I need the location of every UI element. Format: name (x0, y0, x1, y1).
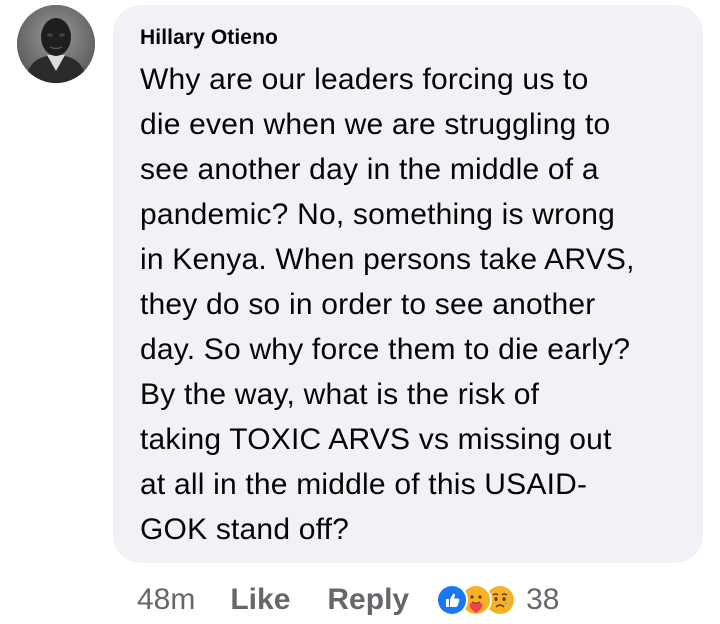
comment-author[interactable]: Hillary Otieno (140, 25, 681, 51)
comment-timestamp[interactable]: 48m (137, 583, 195, 617)
like-icon (436, 584, 469, 616)
reactions-summary[interactable]: 38 (436, 583, 559, 617)
comment-screen: Hillary Otieno Why are our leaders forci… (0, 0, 720, 624)
comment-actions: 48m Like Reply 38 (137, 580, 559, 620)
like-button[interactable]: Like (230, 583, 290, 617)
reaction-count: 38 (526, 583, 560, 616)
avatar[interactable] (17, 5, 95, 83)
comment-text: Why are our leaders forcing us to die ev… (140, 63, 635, 546)
comment-bubble: Hillary Otieno Why are our leaders forci… (113, 5, 703, 563)
reply-button[interactable]: Reply (327, 583, 409, 617)
profile-photo (17, 5, 95, 83)
